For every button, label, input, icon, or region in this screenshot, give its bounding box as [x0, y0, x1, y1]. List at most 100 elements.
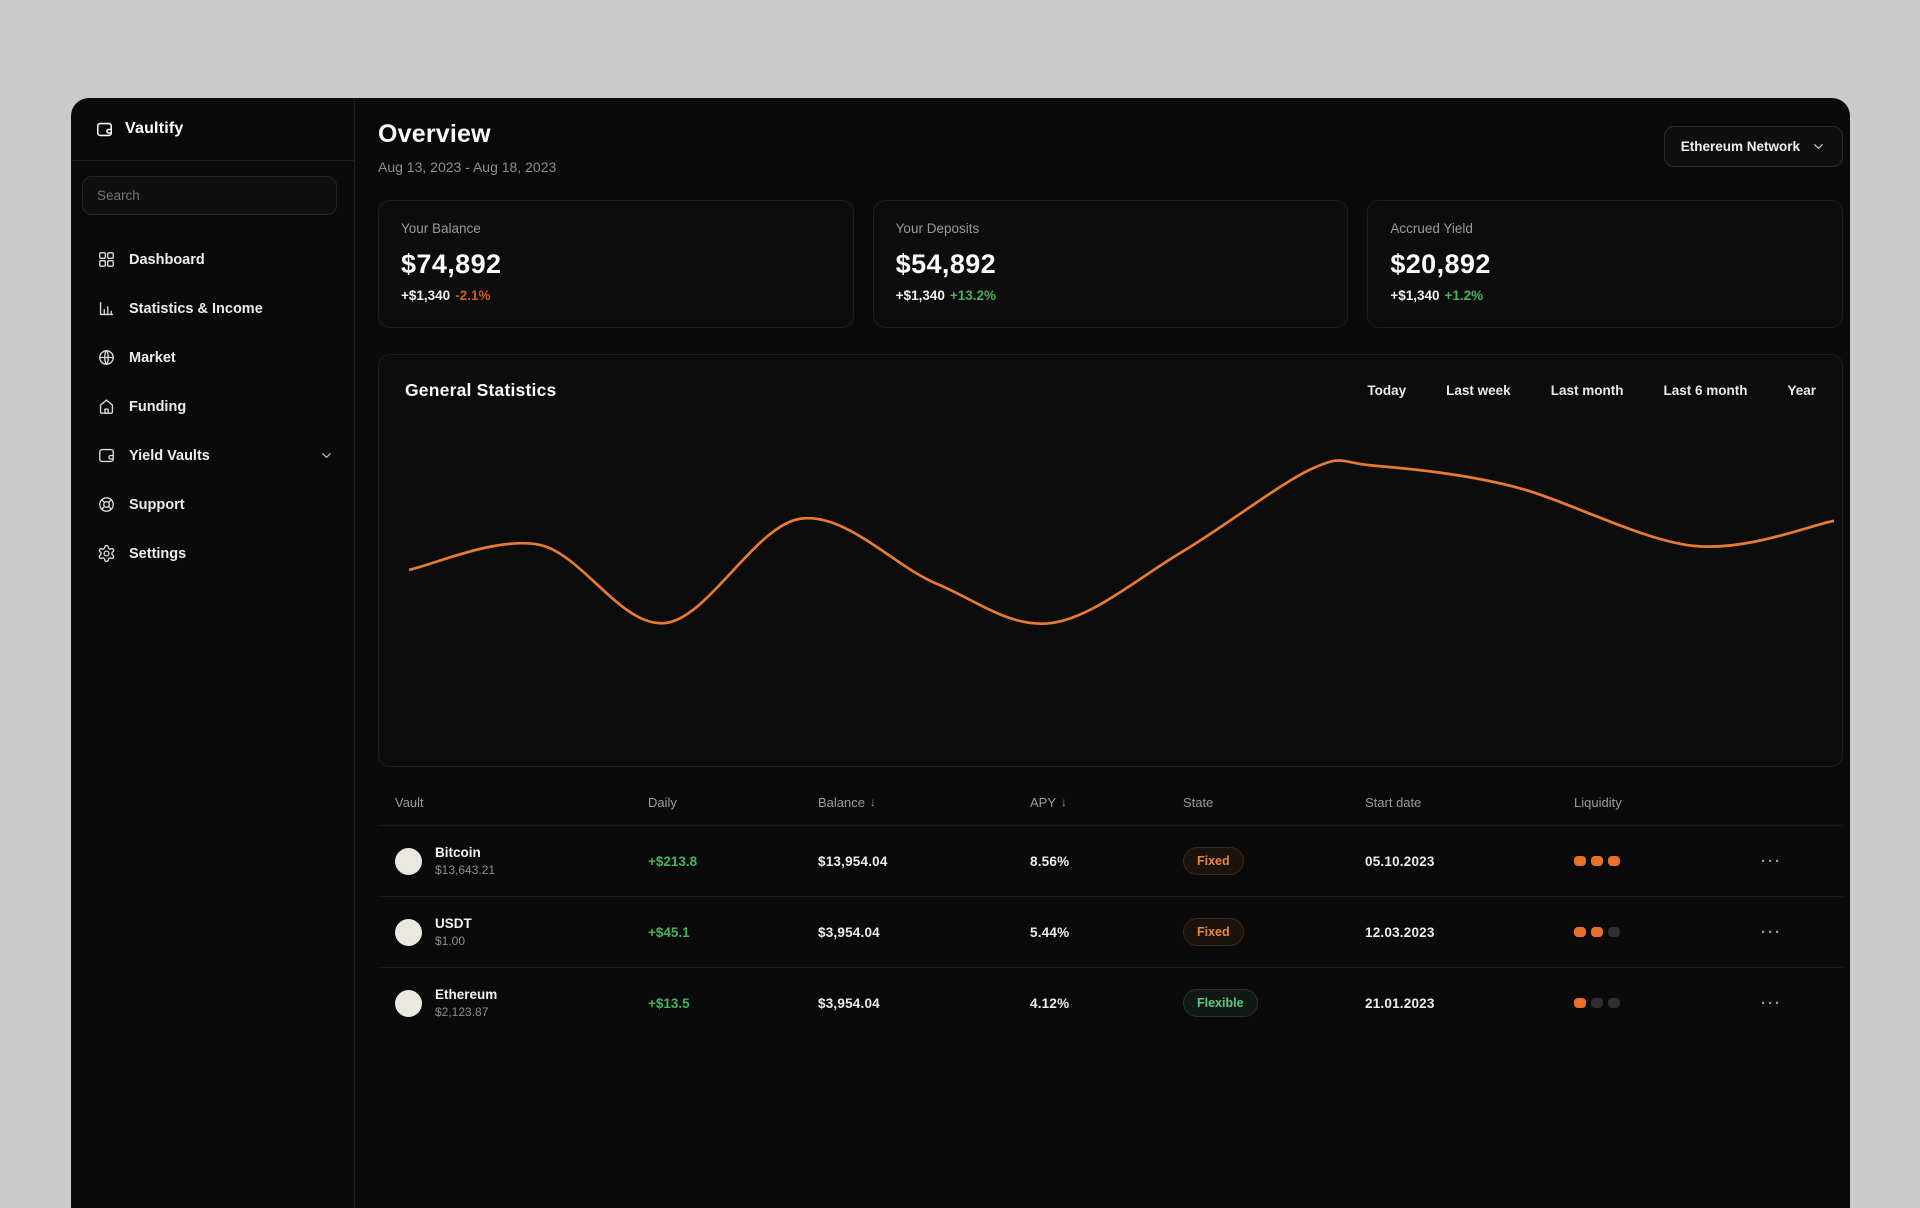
page-title: Overview — [378, 120, 491, 148]
general-statistics-panel: General Statistics Today Last week Last … — [378, 354, 1843, 767]
apy-value: 4.12% — [1030, 995, 1070, 1011]
state-badge: Flexible — [1183, 989, 1258, 1017]
bar-chart-icon — [97, 299, 116, 318]
sidebar-item-support[interactable]: Support — [71, 480, 354, 529]
daily-change: +$213.8 — [648, 853, 698, 869]
card-label: Accrued Yield — [1390, 221, 1473, 236]
liquidity-dot — [1608, 927, 1620, 937]
column-header-liquidity[interactable]: Liquidity — [1574, 795, 1755, 810]
liquidity-dot — [1574, 856, 1586, 866]
liquidity-dot — [1574, 927, 1586, 937]
column-header-apy[interactable]: APY ↓ — [1030, 795, 1183, 810]
liquidity-dot — [1574, 998, 1586, 1008]
statistics-title: General Statistics — [405, 380, 557, 400]
sidebar-item-funding[interactable]: Funding — [71, 382, 354, 431]
card-percent-change: +13.2% — [949, 288, 997, 303]
row-menu-button[interactable]: ··· — [1755, 852, 1788, 871]
page-header: Overview Aug 13, 2023 - Aug 18, 2023 Eth… — [378, 118, 1843, 175]
card-delta-row: +$1,340 -2.1% — [401, 288, 831, 303]
column-header-state[interactable]: State — [1183, 795, 1365, 810]
sidebar-item-statistics-income[interactable]: Statistics & Income — [71, 284, 354, 333]
card-value: $20,892 — [1390, 249, 1491, 279]
sort-desc-icon: ↓ — [869, 795, 876, 809]
liquidity-dot — [1608, 998, 1620, 1008]
card-delta-row: +$1,340 +1.2% — [1390, 288, 1820, 303]
balance-value: $3,954.04 — [818, 995, 880, 1011]
network-selector-button[interactable]: Ethereum Network — [1663, 126, 1843, 167]
row-menu-button[interactable]: ··· — [1755, 994, 1788, 1013]
card-percent-change: +1.2% — [1444, 288, 1484, 303]
sidebar-item-market[interactable]: Market — [71, 333, 354, 382]
dashboard-grid-icon — [97, 250, 116, 269]
filter-last-6-month[interactable]: Last 6 month — [1663, 383, 1747, 398]
card-value: $54,892 — [895, 249, 997, 279]
card-delta: +$1,340 — [1390, 288, 1440, 303]
liquidity-indicator — [1574, 927, 1755, 937]
liquidity-indicator — [1574, 998, 1755, 1008]
coin-avatar — [395, 847, 422, 875]
lifebuoy-icon — [97, 495, 116, 514]
start-date: 12.03.2023 — [1365, 924, 1435, 940]
liquidity-dot — [1591, 998, 1603, 1008]
sidebar-item-label: Funding — [129, 398, 187, 415]
coin-name: USDT — [435, 916, 472, 931]
gear-icon — [97, 544, 116, 563]
deposits-card: Your Deposits $54,892 +$1,340 +13.2% — [872, 200, 1349, 328]
statistics-line — [409, 459, 1834, 626]
apy-value: 5.44% — [1030, 924, 1070, 940]
filter-year[interactable]: Year — [1787, 383, 1816, 398]
sort-desc-icon: ↓ — [1061, 795, 1068, 809]
table-row-usdt[interactable]: USDT $1.00 +$45.1 $3,954.04 5.44% Fixed … — [378, 896, 1843, 967]
balance-value: $3,954.04 — [818, 924, 880, 940]
app-window: Vaultify Dashboard Statistics & Income — [71, 98, 1850, 1208]
card-delta-row: +$1,340 +13.2% — [896, 288, 1326, 303]
sidebar-nav: Dashboard Statistics & Income Market Fun… — [71, 223, 354, 590]
state-badge: Fixed — [1183, 847, 1244, 875]
sidebar-item-label: Dashboard — [129, 251, 205, 268]
column-header-balance[interactable]: Balance ↓ — [818, 795, 1030, 810]
table-header-row: Vault Daily Balance ↓ APY ↓ State Start da… — [378, 779, 1843, 825]
sidebar-header: Vaultify — [71, 98, 354, 161]
column-header-start-date[interactable]: Start date — [1365, 795, 1574, 810]
sidebar-item-dashboard[interactable]: Dashboard — [71, 235, 354, 284]
start-date: 05.10.2023 — [1365, 853, 1435, 869]
liquidity-dot — [1608, 856, 1620, 866]
filter-last-month[interactable]: Last month — [1551, 383, 1624, 398]
column-header-daily[interactable]: Daily — [648, 795, 818, 810]
coin-price: $1.00 — [435, 934, 466, 948]
coin-name: Ethereum — [435, 987, 498, 1002]
wallet-logo-icon — [95, 120, 114, 139]
sidebar-item-label: Market — [129, 349, 176, 366]
line-chart — [379, 401, 1842, 766]
app-title: Vaultify — [125, 120, 184, 137]
card-label: Your Deposits — [895, 221, 980, 236]
coin-name: Bitcoin — [435, 845, 481, 860]
apy-value: 8.56% — [1030, 853, 1070, 869]
globe-icon — [97, 348, 116, 367]
wallet-icon — [97, 446, 116, 465]
start-date: 21.01.2023 — [1365, 995, 1435, 1011]
filter-today[interactable]: Today — [1367, 383, 1406, 398]
coin-avatar — [395, 918, 422, 946]
stat-cards-row: Your Balance $74,892 +$1,340 -2.1% Your D… — [378, 200, 1844, 328]
chevron-down-icon — [319, 448, 334, 463]
date-range: Aug 13, 2023 - Aug 18, 2023 — [378, 159, 557, 175]
sidebar-item-settings[interactable]: Settings — [71, 529, 354, 578]
balance-value: $13,954.04 — [818, 853, 888, 869]
table-row-ethereum[interactable]: Ethereum $2,123.87 +$13.5 $3,954.04 4.12… — [378, 967, 1843, 1038]
search-input[interactable] — [82, 176, 337, 215]
balance-card: Your Balance $74,892 +$1,340 -2.1% — [378, 200, 854, 328]
coin-price: $13,643.21 — [435, 863, 496, 877]
filter-last-week[interactable]: Last week — [1446, 383, 1511, 398]
state-badge: Fixed — [1183, 918, 1244, 946]
daily-change: +$13.5 — [648, 995, 690, 1011]
column-header-vault[interactable]: Vault — [395, 795, 648, 810]
sidebar-item-label: Settings — [129, 545, 187, 562]
card-percent-change: -2.1% — [455, 288, 491, 303]
sidebar-item-yield-vaults[interactable]: Yield Vaults — [71, 431, 354, 480]
table-row-bitcoin[interactable]: Bitcoin $13,643.21 +$213.8 $13,954.04 8.… — [378, 825, 1843, 896]
sidebar-item-label: Yield Vaults — [129, 447, 210, 464]
row-menu-button[interactable]: ··· — [1755, 923, 1788, 942]
line-chart-canvas — [409, 459, 1834, 626]
sidebar-item-label: Support — [129, 496, 185, 513]
